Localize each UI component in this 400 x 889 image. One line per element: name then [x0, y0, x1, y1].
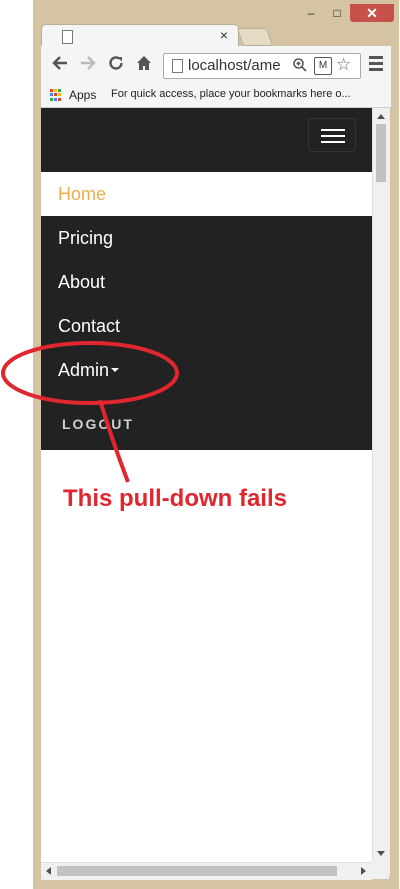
scrollbar-corner [372, 862, 389, 879]
apps-grid-icon[interactable] [50, 89, 62, 101]
annotation-text: This pull-down fails [63, 485, 287, 512]
horizontal-scrollbar[interactable] [41, 862, 372, 880]
zoom-icon[interactable] [292, 57, 308, 76]
vertical-scrollbar[interactable] [372, 108, 390, 876]
vertical-scroll-thumb[interactable] [376, 124, 386, 182]
star-icon[interactable]: ☆ [336, 55, 351, 75]
back-arrow-icon[interactable] [51, 54, 69, 76]
page-document-icon [62, 30, 73, 44]
browser-toolbar: localhost/ame M ☆ [41, 46, 391, 85]
minimize-button[interactable]: – [298, 4, 324, 22]
scroll-down-icon[interactable] [377, 851, 385, 856]
maximize-button[interactable]: □ [324, 4, 350, 22]
new-tab-button[interactable] [236, 28, 274, 46]
reload-icon[interactable] [107, 54, 125, 76]
nav-item-pricing[interactable]: Pricing [41, 216, 372, 260]
bookmarks-hint: For quick access, place your bookmarks h… [111, 88, 351, 100]
nav-item-admin-dropdown[interactable]: Admin [41, 348, 372, 392]
nav-item-contact[interactable]: Contact [41, 304, 372, 348]
scroll-up-icon[interactable] [377, 114, 385, 119]
scroll-right-icon[interactable] [361, 867, 366, 875]
nav-item-home[interactable]: Home [41, 172, 372, 216]
tab-close-icon[interactable]: × [220, 27, 228, 43]
address-bar[interactable]: localhost/ame M ☆ [163, 53, 361, 79]
horizontal-scroll-thumb[interactable] [57, 866, 337, 876]
admin-label: Admin [58, 360, 110, 380]
logout-button[interactable]: LOGOUT [62, 416, 134, 432]
forward-arrow-icon[interactable] [79, 54, 97, 76]
close-window-button[interactable]: ✕ [350, 4, 394, 22]
apps-link[interactable]: Apps [69, 88, 96, 102]
home-icon[interactable] [135, 54, 153, 76]
hamburger-menu-icon[interactable] [369, 56, 383, 74]
window-controls: – □ ✕ [298, 4, 394, 22]
address-text[interactable]: localhost/ame [188, 57, 286, 74]
nav-item-about[interactable]: About [41, 260, 372, 304]
browser-tab[interactable]: × [41, 24, 239, 47]
navbar-toggle-button[interactable] [308, 118, 356, 152]
caret-down-icon [111, 368, 120, 373]
scroll-left-icon[interactable] [46, 867, 51, 875]
nav-menu: Home Pricing About Contact Admin LOGOUT [41, 172, 372, 450]
page-info-icon[interactable] [172, 59, 183, 73]
extension-icon[interactable]: M [314, 57, 332, 75]
site-navbar [41, 108, 372, 172]
bookmarks-bar: Apps For quick access, place your bookma… [41, 84, 391, 108]
